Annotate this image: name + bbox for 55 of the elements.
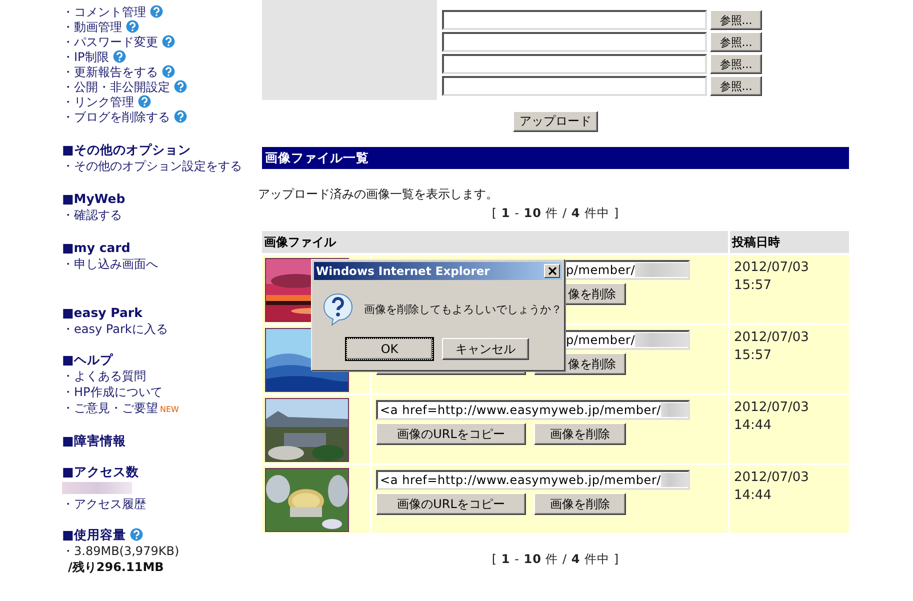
column-header: 投稿日時	[732, 235, 780, 249]
sidebar-link[interactable]: ・申し込み画面へ	[62, 257, 158, 271]
pager-text: [ 1 - 10 件 / 4 件中 ]	[492, 206, 620, 220]
sidebar-link[interactable]: ・HP作成について	[62, 385, 162, 399]
sidebar-link[interactable]: ・リンク管理	[62, 95, 134, 109]
sidebar-link[interactable]: ・easy Parkに入る	[62, 322, 168, 336]
post-date: 2012/07/03	[734, 329, 810, 347]
sidebar-link[interactable]: ・更新報告をする	[62, 65, 158, 79]
section-heading: ■ヘルプ	[62, 352, 113, 367]
post-time: 14:44	[734, 487, 772, 505]
sidebar-link[interactable]: ・コメント管理	[62, 5, 146, 19]
sidebar-link[interactable]: ・その他のオプション設定をする	[62, 159, 242, 173]
url-field[interactable]: <a href=http://www.easymyweb.jp/member/	[376, 400, 690, 420]
section-heading: ■easy Park	[62, 305, 142, 320]
sidebar-link[interactable]: ・動画管理	[62, 20, 122, 34]
copy-url-button[interactable]: 画像のURLをコピー	[376, 493, 526, 515]
post-date: 2012/07/03	[734, 259, 810, 277]
post-date: 2012/07/03	[734, 469, 810, 487]
sidebar-link[interactable]: ・確認する	[62, 208, 122, 222]
post-time: 15:57	[734, 277, 772, 295]
sidebar-link[interactable]: ・ご意見・ご要望	[62, 401, 158, 415]
description-text: アップロード済みの画像一覧を表示します。	[258, 187, 498, 201]
browse-button[interactable]: 参照...	[710, 54, 762, 74]
section-heading: ■my card	[62, 240, 130, 255]
sidebar-link[interactable]: ・よくある質問	[62, 369, 146, 383]
upload-button[interactable]: アップロード	[513, 111, 598, 132]
sidebar-link[interactable]: ・ブログを削除する	[62, 110, 170, 124]
sidebar-link[interactable]: ・パスワード変更	[62, 35, 158, 49]
browse-button[interactable]: 参照...	[710, 10, 762, 30]
section-heading: ■使用容量	[62, 527, 126, 542]
pager-text: [ 1 - 10 件 / 4 件中 ]	[492, 552, 620, 566]
sidebar-link[interactable]: ・アクセス履歴	[62, 497, 146, 511]
post-time: 15:57	[734, 347, 772, 365]
section-heading: ■アクセス数	[62, 464, 139, 479]
sidebar-link[interactable]: ・IP制限	[62, 50, 109, 64]
post-time: 14:44	[734, 417, 772, 435]
new-label: NEW	[160, 405, 179, 414]
section-heading: ■MyWeb	[62, 191, 126, 206]
browse-button[interactable]: 参照...	[710, 32, 762, 52]
section-heading: ■障害情報	[62, 433, 126, 448]
copy-url-button[interactable]: 画像のURLをコピー	[376, 423, 526, 445]
section-title: 画像ファイル一覧	[265, 150, 369, 165]
delete-image-button[interactable]: 画像を削除	[534, 493, 626, 515]
cancel-button[interactable]: キャンセル	[442, 338, 529, 360]
ok-button[interactable]: OK	[346, 338, 433, 360]
remaining-text: /残り296.11MB	[68, 560, 164, 574]
post-date: 2012/07/03	[734, 399, 810, 417]
url-field[interactable]: <a href=http://www.easymyweb.jp/member/	[376, 470, 690, 490]
column-header: 画像ファイル	[264, 235, 336, 249]
browse-button[interactable]: 参照...	[710, 76, 762, 96]
section-heading: ■その他のオプション	[62, 142, 191, 157]
dialog-title: Windows Internet Explorer	[316, 264, 490, 278]
usage-text: ・3.89MB(3,979KB)	[62, 544, 180, 558]
delete-image-button[interactable]: 画像を削除	[534, 423, 626, 445]
sidebar-link[interactable]: ・公開・非公開設定	[62, 80, 170, 94]
